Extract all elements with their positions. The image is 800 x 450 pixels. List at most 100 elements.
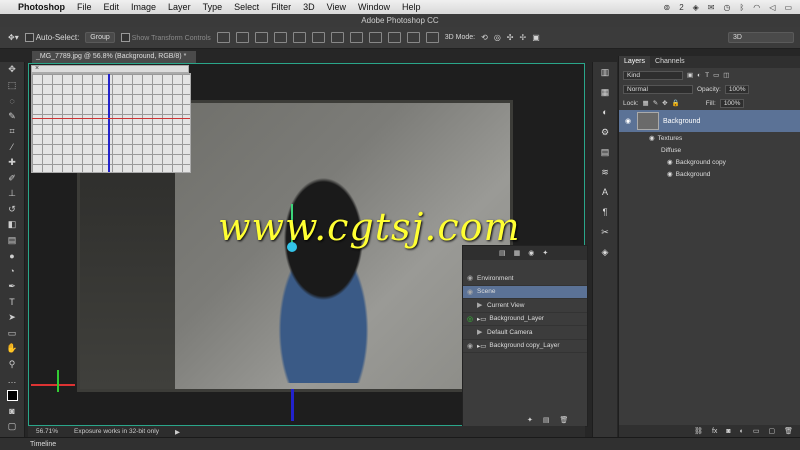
eye-icon[interactable]: ◉ [467, 288, 477, 296]
adjustment-filter-icon[interactable]: ◐ [697, 72, 701, 79]
light-filter-icon[interactable]: ✦ [542, 249, 548, 257]
menu-help[interactable]: Help [402, 2, 421, 12]
quick-select-tool-icon[interactable]: ✎ [0, 109, 24, 125]
menu-layer[interactable]: Layer [168, 2, 191, 12]
lasso-tool-icon[interactable]: ◌ [0, 93, 24, 109]
smart-filter-icon[interactable]: ◫ [723, 71, 729, 79]
align-left-icon[interactable] [273, 32, 287, 43]
wifi-icon[interactable]: ◠ [753, 3, 760, 12]
eraser-tool-icon[interactable]: ◧ [0, 217, 24, 233]
histogram-icon[interactable]: ▥ [593, 62, 617, 82]
eyedropper-tool-icon[interactable]: ⁄ [0, 140, 24, 156]
trash-icon[interactable]: 🗑 [784, 427, 793, 435]
distribute-right-icon[interactable] [425, 32, 439, 43]
screen-mode-icon[interactable]: ▢ [0, 419, 24, 435]
material-filter-icon[interactable]: ◉ [528, 249, 534, 257]
styles-icon[interactable]: ⚙ [593, 122, 617, 142]
app-menu[interactable]: Photoshop [18, 2, 65, 12]
menu-file[interactable]: File [77, 2, 92, 12]
layers-icon[interactable]: ▤ [593, 142, 617, 162]
menu-3d[interactable]: 3D [303, 2, 315, 12]
cc-icon[interactable]: ⊚ [663, 3, 670, 12]
menu-view[interactable]: View [327, 2, 346, 12]
menu-image[interactable]: Image [131, 2, 156, 12]
marquee-tool-icon[interactable]: ⬚ [0, 78, 24, 94]
bluetooth-icon[interactable]: ᛒ [739, 3, 744, 12]
zoom-tool-icon[interactable]: ⚲ [0, 357, 24, 373]
gradient-tool-icon[interactable]: ▤ [0, 233, 24, 249]
distribute-left-icon[interactable] [387, 32, 401, 43]
swatches-icon[interactable]: ▦ [593, 82, 617, 102]
move-tool-icon[interactable]: ✥ [0, 62, 24, 78]
pen-tool-icon[interactable]: ✒ [0, 279, 24, 295]
sublayer-background-copy[interactable]: ◉ Background copy [619, 156, 800, 168]
close-icon[interactable]: × [35, 65, 39, 72]
zoom-level[interactable]: 56.71% [36, 428, 58, 435]
hand-tool-icon[interactable]: ✋ [0, 341, 24, 357]
dodge-tool-icon[interactable]: ◔ [0, 264, 24, 280]
filter-kind-dropdown[interactable]: Kind [623, 70, 683, 80]
fill-field[interactable]: 100% [719, 98, 745, 108]
scene-filter-icon[interactable]: ▤ [499, 249, 506, 257]
eye-icon[interactable]: ◉ [467, 342, 477, 350]
tab-layers[interactable]: Layers [619, 56, 651, 68]
eye-icon[interactable]: ◉ [667, 158, 673, 166]
adjustment-icon[interactable]: ◐ [740, 428, 744, 435]
3d-item-default-camera[interactable]: ▶ Default Camera [463, 326, 587, 340]
lock-position-icon[interactable]: ✥ [662, 99, 667, 107]
type-filter-icon[interactable]: T [705, 72, 709, 79]
sublayer-textures[interactable]: ◉ Textures [619, 132, 800, 144]
tools-preset-icon[interactable]: ✂ [593, 222, 617, 242]
mask-icon[interactable]: ◙ [726, 428, 730, 435]
distribute-middle-icon[interactable] [349, 32, 363, 43]
stamp-tool-icon[interactable]: ⊥ [0, 186, 24, 202]
3d-item-scene[interactable]: ◉ Scene [463, 285, 587, 299]
sublayer-background[interactable]: ◉ Background [619, 168, 800, 180]
eye-icon[interactable]: ◉ [467, 274, 477, 282]
scale-icon[interactable]: ▣ [532, 33, 540, 42]
menu-filter[interactable]: Filter [271, 2, 291, 12]
menu-window[interactable]: Window [358, 2, 390, 12]
channels-icon[interactable]: ≋ [593, 162, 617, 182]
distribute-top-icon[interactable] [330, 32, 344, 43]
sublayer-diffuse[interactable]: Diffuse [619, 144, 800, 156]
battery-icon[interactable]: ▭ [784, 3, 792, 12]
render-icon[interactable]: ▤ [543, 416, 550, 424]
notification-badge[interactable]: 2 [679, 3, 683, 12]
lock-brush-icon[interactable]: ✎ [653, 99, 658, 107]
distribute-bottom-icon[interactable] [368, 32, 382, 43]
path-select-tool-icon[interactable]: ➤ [0, 310, 24, 326]
align-middle-icon[interactable] [235, 32, 249, 43]
3d-icon[interactable]: ◈ [593, 242, 617, 262]
lock-pixels-icon[interactable]: ▦ [643, 99, 649, 107]
clock-icon[interactable]: ◷ [724, 3, 731, 12]
auto-select-dropdown[interactable]: Group [85, 32, 115, 43]
dropbox-icon[interactable]: ◈ [693, 3, 699, 12]
roll-icon[interactable]: ◎ [494, 33, 501, 42]
slide-icon[interactable]: ✢ [520, 33, 527, 42]
auto-select-checkbox[interactable]: Auto-Select: [24, 33, 79, 43]
secondary-view-header[interactable]: × [31, 65, 189, 73]
menu-type[interactable]: Type [203, 2, 223, 12]
brush-tool-icon[interactable]: ✐ [0, 171, 24, 187]
3d-item-environment[interactable]: ◉ Environment [463, 272, 587, 286]
shape-tool-icon[interactable]: ▭ [0, 326, 24, 342]
pan-icon[interactable]: ✣ [507, 33, 514, 42]
3d-item-current-view[interactable]: ▶ Current View [463, 299, 587, 313]
align-right-icon[interactable] [311, 32, 325, 43]
shape-filter-icon[interactable]: ▭ [713, 71, 719, 79]
lock-all-icon[interactable]: 🔒 [672, 99, 680, 107]
pixel-filter-icon[interactable]: ▣ [687, 71, 693, 79]
link-icon[interactable]: ⛓ [694, 427, 703, 435]
healing-tool-icon[interactable]: ✚ [0, 155, 24, 171]
opacity-field[interactable]: 100% [724, 84, 750, 94]
blur-tool-icon[interactable]: ● [0, 248, 24, 264]
align-top-icon[interactable] [216, 32, 230, 43]
document-tab[interactable]: _MG_7789.jpg @ 56.8% (Background, RGB/8)… [32, 51, 196, 63]
status-arrow-icon[interactable]: ▶ [175, 428, 180, 436]
quick-mask-icon[interactable]: ◙ [0, 403, 24, 419]
eye-icon[interactable]: ◉ [649, 134, 655, 142]
3d-item-background-layer[interactable]: ◎ ▸▭ Background_Layer [463, 313, 587, 326]
eye-icon[interactable]: ◉ [667, 170, 673, 178]
eye-icon[interactable]: ◉ [619, 117, 637, 125]
